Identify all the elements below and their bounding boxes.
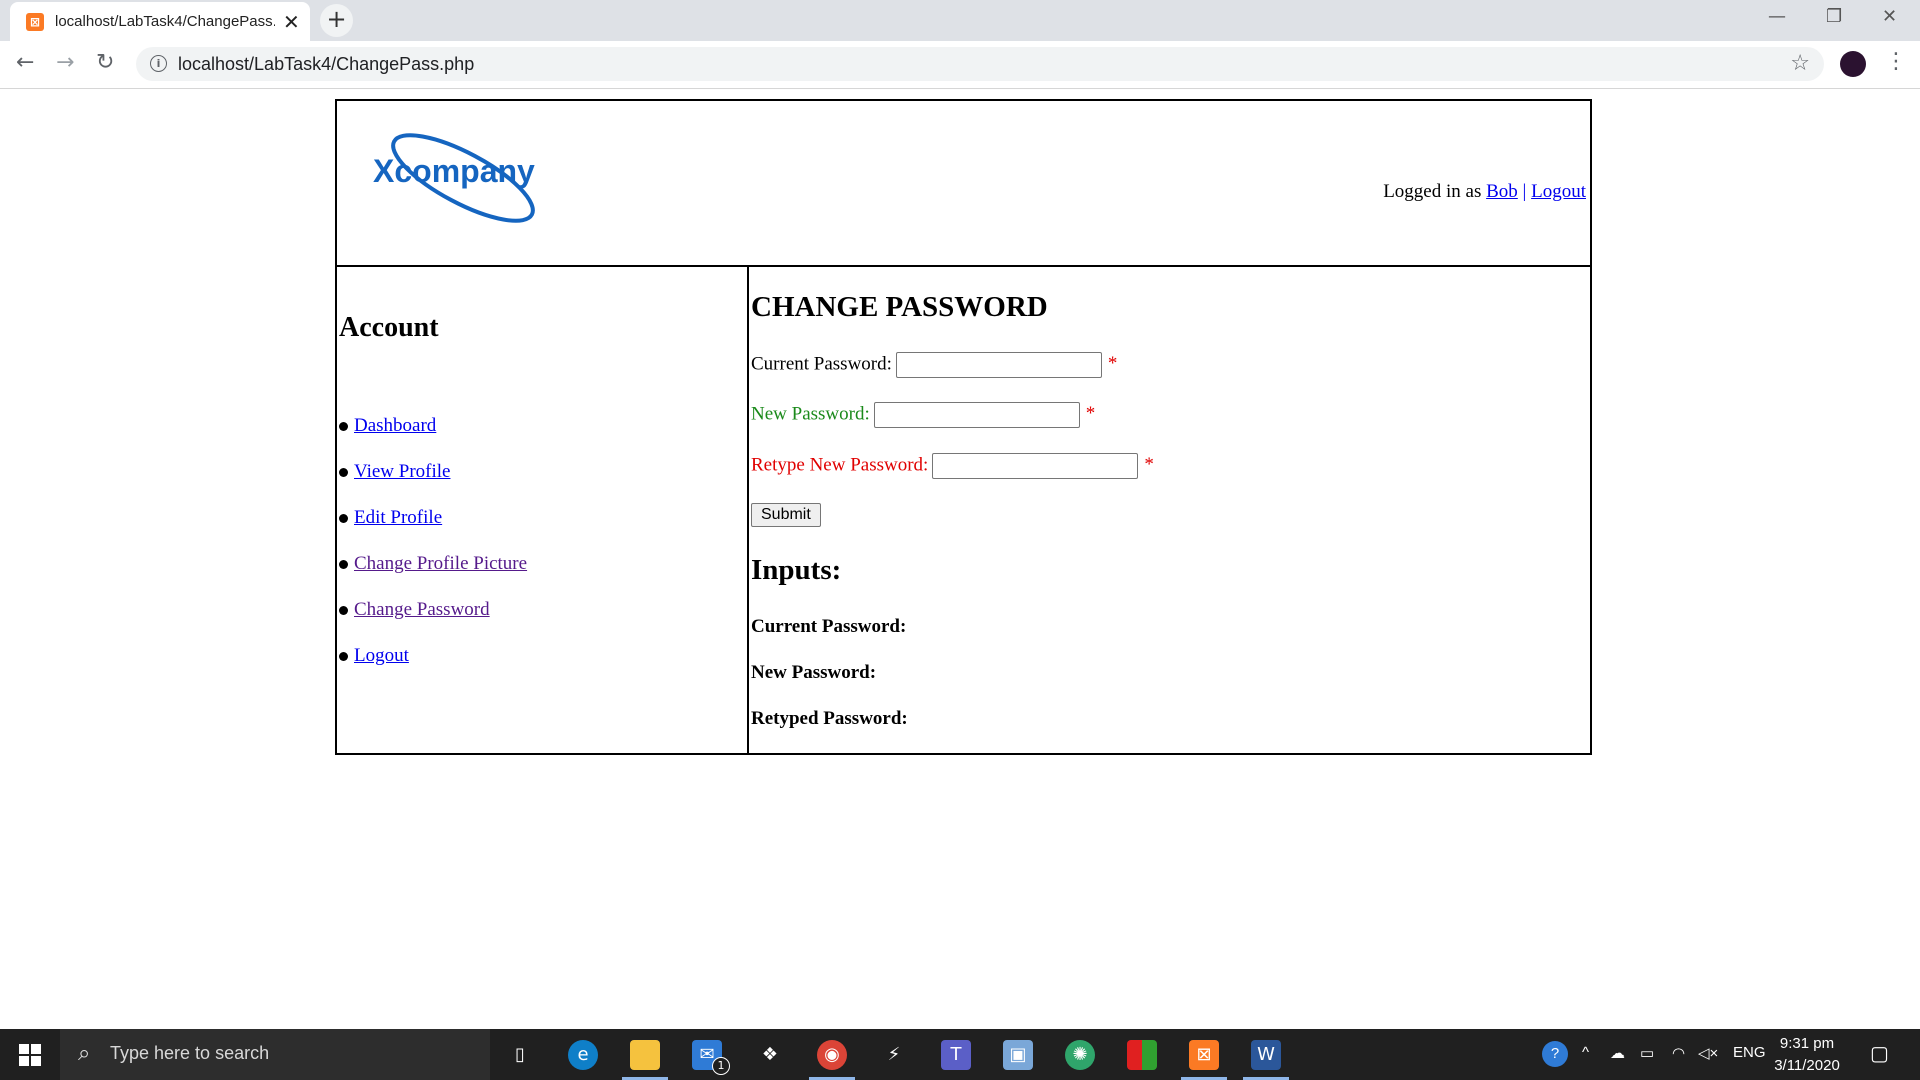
retype-password-row: Retype New Password: * — [751, 453, 1154, 479]
change-password-link[interactable]: Change Password — [354, 599, 490, 620]
edge-icon[interactable]: e — [568, 1040, 598, 1070]
new-tab-button[interactable]: + — [320, 4, 353, 37]
taskbar-clock[interactable]: 9:31 pm 3/11/2020 — [1772, 1033, 1842, 1077]
new-password-row: New Password: * — [751, 402, 1095, 428]
sidebar-nav: Dashboard View Profile Edit Profile Chan… — [339, 415, 527, 691]
web-page: Xcompany Logged in as Bob | Logout Accou… — [0, 89, 1920, 1029]
sublime-text-icon[interactable]: ⚡ — [879, 1040, 909, 1070]
chrome-icon[interactable]: ◉ — [817, 1040, 847, 1070]
help-icon[interactable]: ? — [1542, 1041, 1568, 1067]
current-password-input[interactable] — [895, 352, 1102, 378]
atom-icon[interactable]: ✺ — [1065, 1040, 1095, 1070]
required-mark: * — [1107, 353, 1118, 375]
forward-arrow-icon[interactable]: → — [56, 50, 74, 75]
close-window-icon[interactable]: ✕ — [1882, 6, 1897, 27]
back-arrow-icon[interactable]: ← — [16, 50, 34, 75]
onedrive-cloud-icon[interactable]: ☁ — [1610, 1044, 1625, 1062]
virtualbox-icon[interactable]: ▣ — [1003, 1040, 1033, 1070]
dashboard-link[interactable]: Dashboard — [354, 415, 436, 436]
tab-title: localhost/LabTask4/ChangePass.p — [55, 13, 275, 30]
retype-password-label: Retype New Password: — [751, 454, 929, 476]
retyped-password-output: Retyped Password: — [751, 708, 908, 729]
task-view-icon[interactable]: ▯ — [505, 1040, 535, 1070]
page-header: Xcompany Logged in as Bob | Logout — [337, 101, 1590, 267]
winrar-icon[interactable] — [1127, 1040, 1157, 1070]
current-password-row: Current Password: * — [751, 352, 1117, 378]
change-password-panel: CHANGE PASSWORD Current Password: * New P… — [749, 267, 1590, 753]
address-bar[interactable]: i localhost/LabTask4/ChangePass.php ☆ — [136, 47, 1824, 81]
account-sidebar: Account Dashboard View Profile Edit Prof… — [337, 267, 749, 753]
xcompany-logo: Xcompany — [367, 131, 567, 232]
chevron-up-icon[interactable]: ^ — [1582, 1044, 1589, 1061]
teams-icon[interactable]: T — [941, 1040, 971, 1070]
notifications-icon[interactable]: ▢ — [1870, 1041, 1889, 1066]
view-profile-link[interactable]: View Profile — [354, 461, 450, 482]
url-text[interactable]: localhost/LabTask4/ChangePass.php — [178, 54, 474, 75]
required-mark: * — [1144, 454, 1154, 476]
word-icon[interactable]: W — [1251, 1040, 1281, 1070]
edit-profile-link[interactable]: Edit Profile — [354, 507, 442, 528]
sidebar-item-view-profile: View Profile — [339, 461, 527, 507]
windows-taskbar: ⌕ Type here to search ▯ e ✉ 1 ❖ ◉ ⚡ T ▣ … — [0, 1029, 1920, 1080]
clock-date: 3/11/2020 — [1774, 1057, 1840, 1074]
bookmark-star-icon[interactable]: ☆ — [1790, 51, 1810, 76]
mail-badge: 1 — [712, 1057, 730, 1075]
new-password-input[interactable] — [873, 402, 1080, 428]
windows-start-icon[interactable] — [19, 1044, 41, 1066]
xampp-icon[interactable]: ⊠ — [1189, 1040, 1219, 1070]
sidebar-item-change-profile-picture: Change Profile Picture — [339, 553, 527, 599]
submit-button[interactable]: Submit — [751, 503, 821, 527]
reload-icon[interactable]: ↻ — [96, 50, 114, 75]
profile-avatar[interactable] — [1840, 51, 1866, 77]
sidebar-item-dashboard: Dashboard — [339, 415, 527, 461]
volume-muted-icon[interactable]: ◁× — [1698, 1044, 1718, 1062]
restore-icon[interactable]: ❐ — [1826, 6, 1842, 27]
file-explorer-icon[interactable] — [630, 1040, 660, 1070]
bullet-icon — [339, 468, 348, 478]
separator: | — [1522, 181, 1527, 202]
bullet-icon — [339, 652, 348, 662]
browser-toolbar: ← → ↻ i localhost/LabTask4/ChangePass.ph… — [0, 41, 1920, 89]
language-indicator[interactable]: ENG — [1733, 1044, 1766, 1061]
svg-text:Xcompany: Xcompany — [373, 153, 535, 189]
current-password-label: Current Password: — [751, 353, 892, 375]
inputs-heading: Inputs: — [751, 554, 842, 586]
bullet-icon — [339, 560, 348, 570]
bullet-icon — [339, 606, 348, 616]
close-tab-icon[interactable]: ✕ — [283, 10, 300, 34]
new-password-output: New Password: — [751, 662, 877, 683]
sidebar-item-edit-profile: Edit Profile — [339, 507, 527, 553]
minimize-icon[interactable]: — — [1768, 6, 1786, 27]
change-profile-picture-link[interactable]: Change Profile Picture — [354, 553, 527, 574]
site-info-icon[interactable]: i — [150, 55, 167, 72]
bullet-icon — [339, 514, 348, 524]
page-title: CHANGE PASSWORD — [751, 291, 1048, 323]
new-password-label: New Password: — [751, 403, 870, 425]
header-logout-link[interactable]: Logout — [1531, 181, 1586, 202]
retype-password-input[interactable] — [932, 453, 1139, 479]
username-link[interactable]: Bob — [1486, 181, 1518, 202]
logged-in-prefix: Logged in as — [1383, 181, 1482, 202]
page-frame: Xcompany Logged in as Bob | Logout Accou… — [335, 99, 1592, 755]
sidebar-title: Account — [339, 312, 439, 343]
sidebar-item-logout: Logout — [339, 645, 527, 691]
xampp-favicon-icon: ⊠ — [26, 13, 44, 31]
browser-menu-icon[interactable]: ⋮ — [1885, 49, 1907, 74]
current-password-output: Current Password: — [751, 616, 907, 637]
search-placeholder: Type here to search — [110, 1043, 270, 1063]
battery-icon[interactable]: ▭ — [1640, 1044, 1654, 1062]
wifi-icon[interactable]: ◠ — [1672, 1044, 1685, 1062]
sidebar-logout-link[interactable]: Logout — [354, 645, 409, 666]
browser-tab[interactable]: ⊠ localhost/LabTask4/ChangePass.p ✕ — [10, 2, 310, 41]
dropbox-icon[interactable]: ❖ — [755, 1040, 785, 1070]
required-mark: * — [1085, 403, 1096, 425]
clock-time: 9:31 pm — [1779, 1035, 1835, 1052]
sidebar-item-change-password: Change Password — [339, 599, 527, 645]
browser-tab-bar: ⊠ localhost/LabTask4/ChangePass.p ✕ + — … — [0, 0, 1920, 41]
taskbar-search-box[interactable]: ⌕ Type here to search — [60, 1029, 490, 1080]
bullet-icon — [339, 422, 348, 432]
search-icon: ⌕ — [78, 1041, 91, 1066]
login-info: Logged in as Bob | Logout — [1383, 181, 1586, 203]
